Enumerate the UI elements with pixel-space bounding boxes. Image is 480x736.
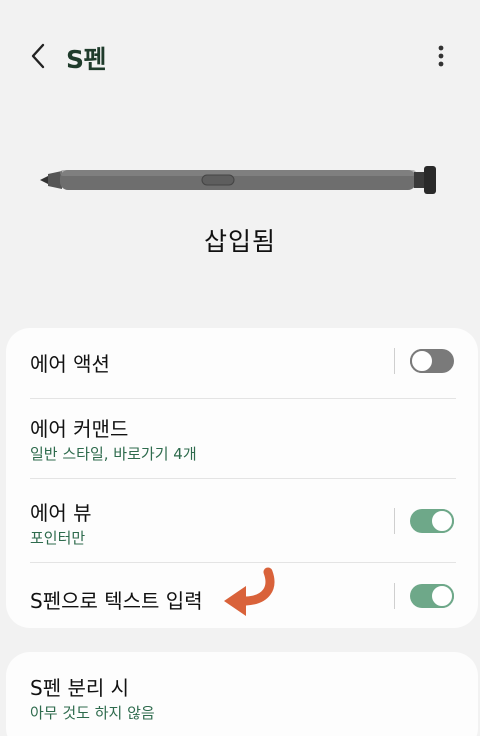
air-view-summary: 포인터만 <box>30 529 86 547</box>
air-view-toggle[interactable] <box>410 509 454 533</box>
air-view-label: 에어 뷰 <box>30 501 92 525</box>
pen-detach-summary: 아무 것도 하지 않음 <box>30 704 155 722</box>
air-view-row[interactable]: 에어 뷰 포인터만 <box>6 479 478 561</box>
pen-detach-row[interactable]: S펜 분리 시 아무 것도 하지 않음 <box>6 652 478 736</box>
back-button[interactable] <box>22 38 54 74</box>
detach-settings-card: S펜 분리 시 아무 것도 하지 않음 <box>6 652 478 736</box>
air-action-toggle[interactable] <box>410 349 454 373</box>
air-command-summary: 일반 스타일, 바로가기 4개 <box>30 445 197 463</box>
divider-vertical <box>394 583 395 609</box>
more-vert-icon <box>438 45 444 67</box>
pen-status: 삽입됨 <box>203 227 276 256</box>
air-action-label: 에어 액션 <box>30 352 110 376</box>
air-command-label: 에어 커맨드 <box>30 417 129 441</box>
more-options-button[interactable] <box>424 38 458 74</box>
pen-to-text-toggle[interactable] <box>410 584 454 608</box>
pen-to-text-label: S펜으로 텍스트 입력 <box>30 589 203 613</box>
annotation-arrow-icon <box>224 567 275 616</box>
chevron-left-icon <box>31 43 45 69</box>
air-action-row[interactable]: 에어 액션 <box>6 328 478 398</box>
divider-vertical <box>394 348 395 374</box>
pen-detach-label: S펜 분리 시 <box>30 676 130 700</box>
s-pen-illustration <box>36 160 446 200</box>
air-command-row[interactable]: 에어 커맨드 일반 스타일, 바로가기 4개 <box>6 399 478 477</box>
page-title: S펜 <box>66 45 107 74</box>
app-bar: S펜 <box>0 0 480 112</box>
divider-vertical <box>394 508 395 534</box>
